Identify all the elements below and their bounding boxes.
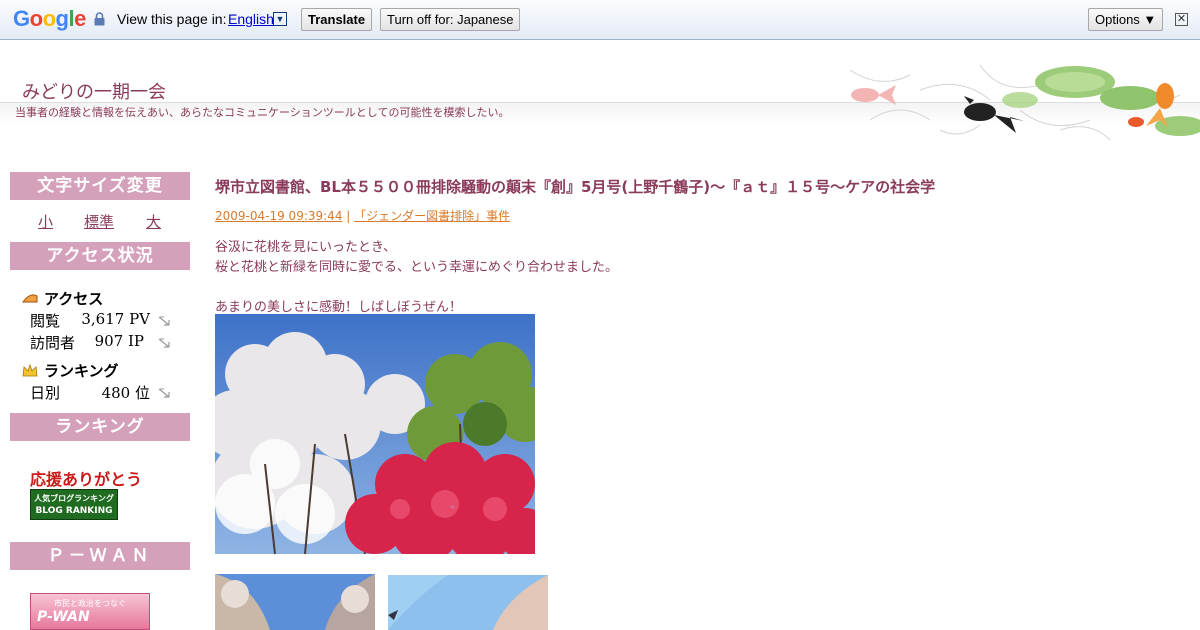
turn-off-button[interactable]: Turn off for: Japanese [380,8,521,31]
blossom-photo-3[interactable] [388,575,548,630]
visitors-row: 訪問者 907 IP [30,332,144,353]
blossom-photo[interactable] [215,314,535,554]
post-text-line: あまりの美しさに感動！しばしぼうぜん！ [215,300,463,315]
translate-bar: Google View this page in: English ▼ Tran… [0,0,1200,40]
visitors-value: 907 IP [94,332,144,350]
options-button[interactable]: Options ▼ [1088,8,1164,31]
pwan-heading: Ｐ－ＷＡＮ [10,542,190,570]
language-link[interactable]: English [228,11,274,27]
trend-arrow-icon [158,338,170,348]
site-title[interactable]: みどりの一期一会 [22,78,166,104]
trend-arrow-icon [158,316,170,326]
daily-label: 日別 [30,384,61,402]
blog-ranking-banner[interactable]: 人気ブログランキング BLOG RANKING [30,489,118,520]
views-label: 閲覧 [30,312,61,330]
views-row: 閲覧 3,617 PV [30,310,150,331]
ranking-label: ランキング [44,362,119,380]
site-description: 当事者の経験と情報を伝えあい、あらたなコミュニケーションツールとしての可能性を模… [15,106,510,119]
site-header: みどりの一期一会 当事者の経験と情報を伝えあい、あらたなコミュニケーションツール… [0,40,1200,152]
pwan-banner-line1: 市民と政治をつなぐ [54,599,126,608]
meta-separator: | [342,209,355,223]
access-icon [22,294,38,303]
pwan-banner[interactable]: 市民と政治をつなぐ P-WAN [30,593,150,630]
crown-icon [22,364,38,377]
font-size-standard-link[interactable]: 標準 [84,211,114,232]
language-dropdown-icon[interactable]: ▼ [273,12,287,26]
google-logo: Google [13,6,86,31]
daily-value: 480 位 [101,384,150,402]
blog-ranking-banner-line2: BLOG RANKING [35,506,113,516]
trend-arrow-icon [158,388,170,398]
access-heading: アクセス状況 [10,242,190,270]
post-date-link[interactable]: 2009-04-19 09:39:44 [215,209,342,223]
close-icon[interactable]: ✕ [1175,13,1188,26]
access-label: アクセス [44,290,104,308]
blog-ranking-banner-line1: 人気ブログランキング [34,494,114,503]
post-meta: 2009-04-19 09:39:44 | 「ジェンダー図書排除」事件 [215,207,510,224]
pwan-banner-line2: P-WAN [37,609,90,625]
goldfish-header-art [849,64,1200,141]
views-value: 3,617 PV [81,310,150,328]
translate-button[interactable]: Translate [301,8,373,31]
post-text-line: 桜と花桃と新緑を同時に愛でる、という幸運にめぐり合わせました。 [215,260,619,275]
font-size-small-link[interactable]: 小 [38,211,53,232]
support-thanks-text: 応援ありがとう [30,470,143,489]
lock-icon [94,12,105,26]
post-category-link[interactable]: 「ジェンダー図書排除」事件 [354,209,510,223]
visitors-label: 訪問者 [30,334,76,352]
font-size-large-link[interactable]: 大 [146,211,161,232]
post-title[interactable]: 堺市立図書館、BL本５５００冊排除騒動の顛末『創』5月号(上野千鶴子)～『ａｔ』… [215,176,935,197]
post-text-line: 谷汲に花桃を見にいったとき、 [215,240,397,255]
font-size-heading: 文字サイズ変更 [10,172,190,200]
blossom-photo-2[interactable] [215,574,375,630]
daily-rank-row: 日別 480 位 [30,382,150,403]
view-page-in-label: View this page in: [117,11,227,27]
ranking-heading: ランキング [10,413,190,441]
